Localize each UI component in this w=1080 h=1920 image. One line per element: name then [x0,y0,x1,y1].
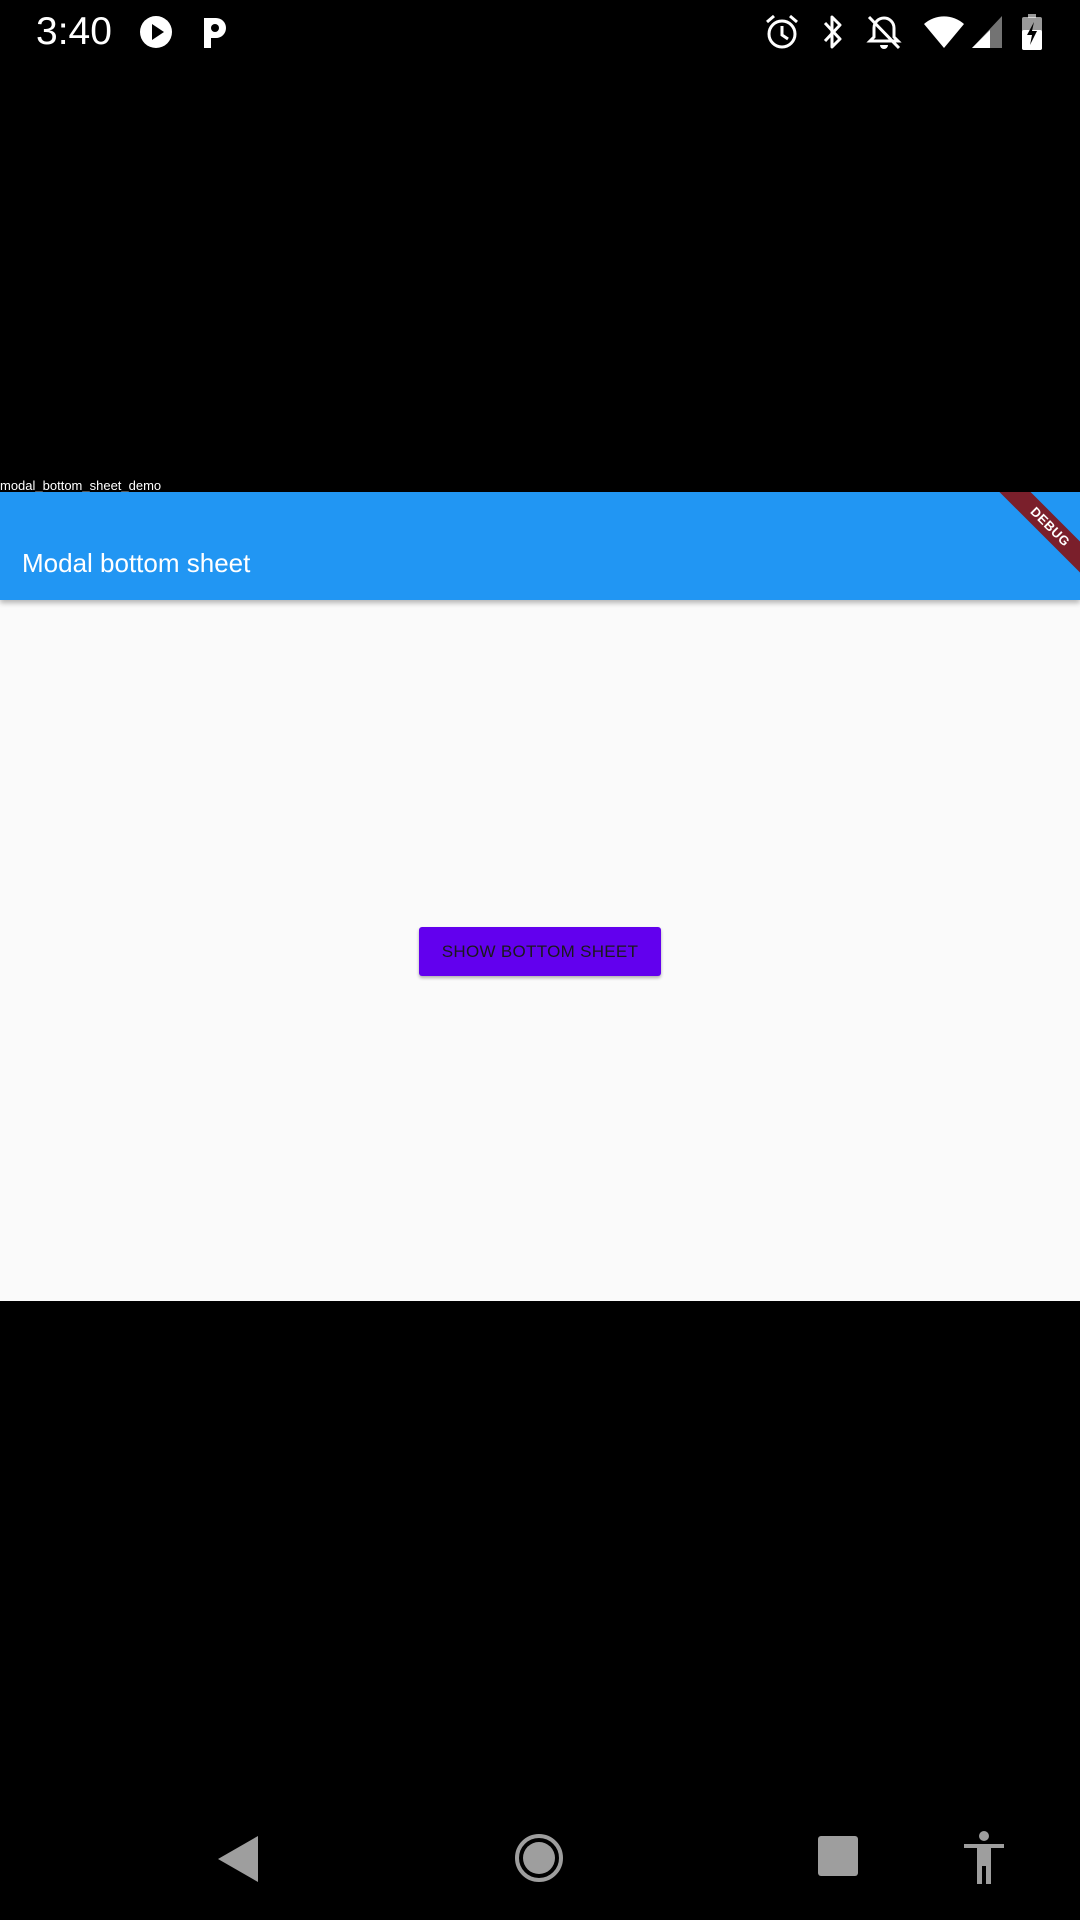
wifi-icon [924,16,964,48]
notifications-off-icon [866,15,902,50]
status-time: 3:40 [36,10,112,53]
debug-banner: DEBUG [985,492,1080,592]
app-body: SHOW BOTTOM SHEET [0,600,1080,1301]
status-bar: 3:40 [0,0,1080,64]
app-label: modal_bottom_sheet_demo [0,478,162,493]
battery-charging-icon [1022,14,1042,50]
bluetooth-icon [823,15,842,49]
back-icon[interactable] [216,1834,260,1884]
parking-p-icon [204,18,226,48]
navigation-bar [0,1800,1080,1920]
accessibility-icon[interactable] [962,1830,1006,1886]
show-bottom-sheet-button[interactable]: SHOW BOTTOM SHEET [419,927,661,976]
home-icon[interactable] [514,1833,564,1883]
cellular-signal-icon [972,16,1002,48]
recents-icon[interactable] [816,1834,860,1878]
app-bar: Modal bottom sheet DEBUG [0,492,1080,600]
page-title: Modal bottom sheet [22,548,251,578]
play-circle-icon [140,16,172,48]
alarm-clock-icon [766,14,798,49]
